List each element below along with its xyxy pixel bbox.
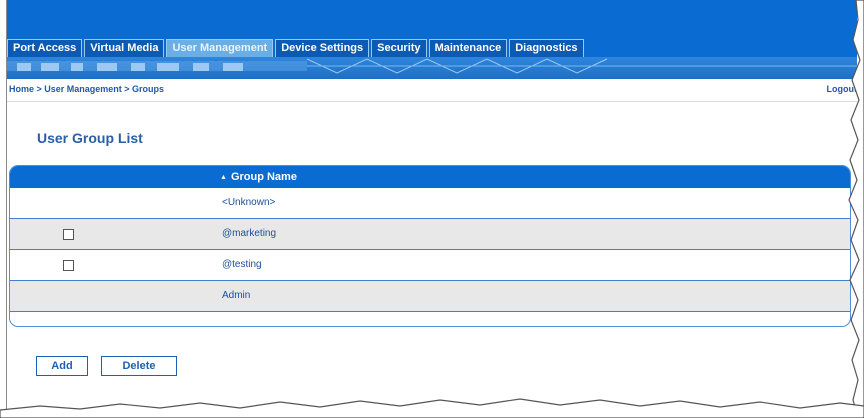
torn-edge-decoration: [0, 0, 864, 418]
